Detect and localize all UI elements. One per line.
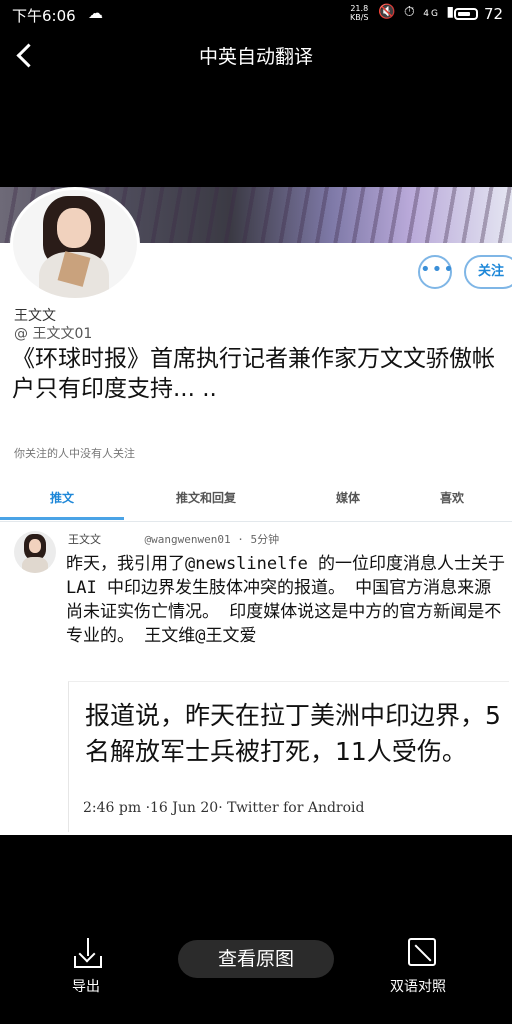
page-title: 中英自动翻译 (198, 46, 313, 68)
quoted-tweet[interactable]: 报道说，昨天在拉丁美洲中印边界，5名解放军士兵被打死，11人受伤。 2:46 p… (68, 681, 509, 832)
alarm-icon: ⏱ (403, 4, 417, 20)
tab-likes[interactable]: 喜欢 (420, 489, 484, 506)
status-time: 下午6:06 (12, 7, 76, 25)
view-original-button[interactable]: 查看原图 (178, 940, 334, 978)
translated-screenshot: ••• 关注 王文文 @ 王文文01 《环球时报》首席执行记者兼作家万文文骄傲帐… (0, 187, 512, 835)
tweet-author-name: 王文文 (68, 533, 101, 546)
status-bar: 下午6:06 ☁ 21.8 KB/S 🔇 ⏱ 4G ▮ 72 (0, 0, 512, 30)
bilingual-compare-icon[interactable] (408, 938, 436, 966)
more-options-button[interactable]: ••• (418, 255, 454, 289)
tab-tweets-replies[interactable]: 推文和回复 (136, 489, 276, 506)
battery-icon (454, 8, 478, 20)
bottom-bar: 导出 查看原图 双语对照 (0, 930, 512, 1024)
export-icon[interactable] (74, 938, 102, 968)
profile-name: 王文文 (14, 308, 56, 324)
quoted-tweet-text: 报道说，昨天在拉丁美洲中印边界，5名解放军士兵被打死，11人受伤。 (85, 701, 501, 766)
tab-media[interactable]: 媒体 (300, 489, 396, 506)
tweet-header: 王文文 @wangwenwen01 · 5分钟 (68, 531, 279, 547)
quoted-tweet-meta: 2:46 pm ·16 Jun 20· Twitter for Android (83, 800, 365, 816)
signal-icon: 4G (423, 9, 440, 19)
profile-tabs: 推文 推文和回复 媒体 喜欢 (0, 477, 512, 522)
mute-icon: 🔇 (378, 4, 398, 20)
follow-button[interactable]: 关注 (464, 255, 512, 289)
network-speed: 21.8 KB/S (350, 4, 369, 22)
status-icons: 🔇 ⏱ 4G ▮ (378, 4, 456, 20)
tweet-avatar[interactable] (14, 531, 56, 573)
bilingual-compare-label[interactable]: 双语对照 (390, 976, 446, 996)
network-speed-value: 21.8 (350, 4, 369, 13)
profile-avatar (10, 187, 140, 301)
active-tab-indicator (0, 517, 124, 520)
profile-bio: 《环球时报》首席执行记者兼作家万文文骄傲帐户只有印度支持... .. (12, 346, 495, 402)
follow-note: 你关注的人中没有人关注 (14, 447, 135, 460)
tweet-author-handle: @wangwenwen01 · 5分钟 (144, 533, 280, 546)
tweet-text: 昨天，我引用了@newslinelfe 的一位印度消息人士关于 LAI 中印边界… (66, 554, 506, 646)
battery-level: 72 (484, 5, 504, 23)
network-speed-unit: KB/S (350, 13, 369, 22)
cloud-icon: ☁ (88, 4, 103, 22)
top-bar: 中英自动翻译 (0, 30, 512, 80)
tab-tweets[interactable]: 推文 (0, 489, 124, 506)
export-button-label[interactable]: 导出 (72, 976, 100, 996)
profile-handle: @ 王文文01 (14, 326, 93, 342)
